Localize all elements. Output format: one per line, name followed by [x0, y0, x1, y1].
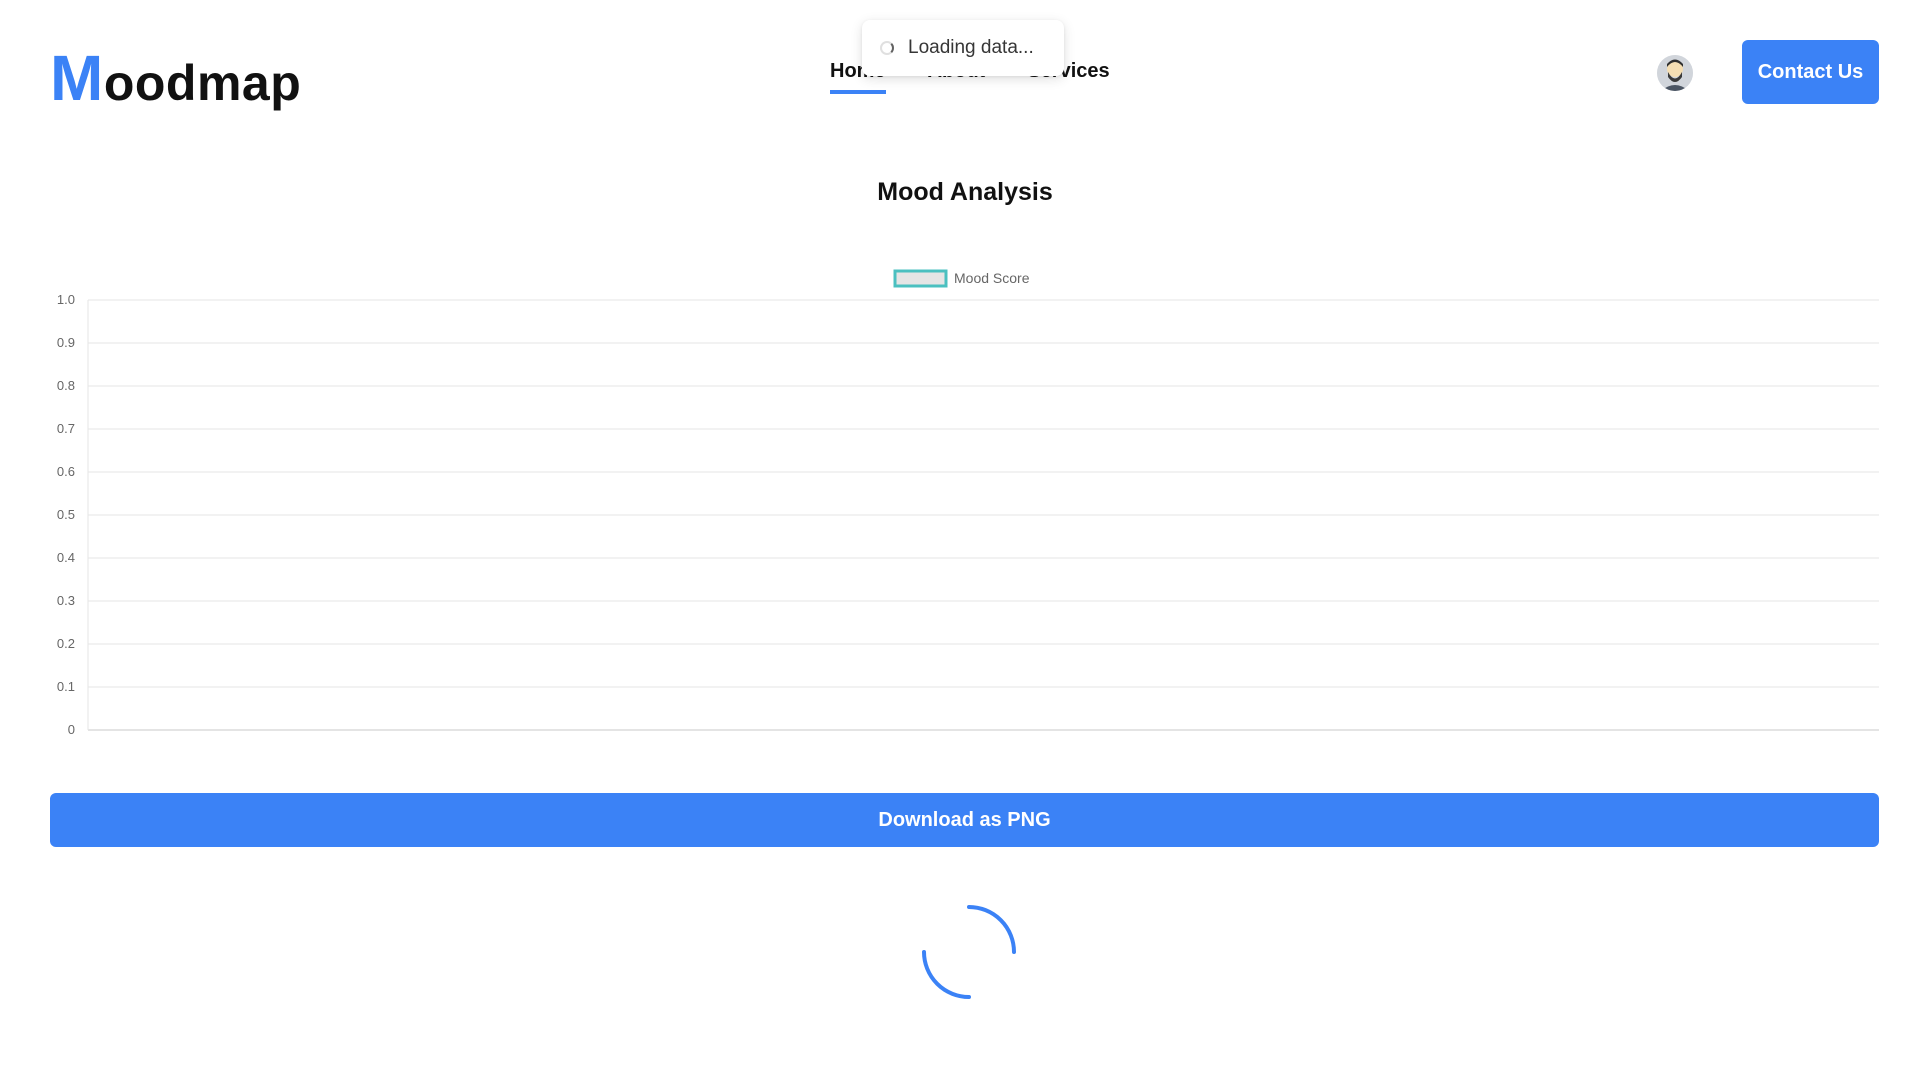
- y-tick-label: 0.2: [57, 636, 75, 651]
- y-tick-label: 0.1: [57, 679, 75, 694]
- toast-spinner-icon: [880, 41, 894, 55]
- y-tick-label: 1.0: [57, 292, 75, 307]
- contact-us-button[interactable]: Contact Us: [1742, 40, 1879, 104]
- loading-toast: Loading data...: [862, 20, 1064, 76]
- y-tick-label: 0.5: [57, 507, 75, 522]
- avatar-image: [1657, 55, 1693, 91]
- legend-swatch: [893, 269, 948, 288]
- toast-message: Loading data...: [908, 37, 1034, 58]
- mood-chart: 0 0.1 0.2 0.3 0.4 0.5 0.6 0.7 0.8 0.9 1.0 Mood Scor…: [57, 269, 1879, 737]
- legend-label: Mood Score: [954, 270, 1030, 286]
- site-logo[interactable]: Moodmap: [50, 46, 302, 113]
- y-tick-label: 0.7: [57, 421, 75, 436]
- y-tick-label: 0.6: [57, 464, 75, 479]
- y-tick-label: 0.9: [57, 335, 75, 350]
- logo-text: oodmap: [103, 55, 302, 111]
- y-tick-label: 0.8: [57, 378, 75, 393]
- download-png-button[interactable]: Download as PNG: [50, 793, 1879, 847]
- loading-spinner-icon: [922, 905, 1016, 999]
- user-avatar[interactable]: [1657, 55, 1693, 91]
- y-tick-label: 0.3: [57, 593, 75, 608]
- page-title: Mood Analysis: [877, 178, 1053, 206]
- y-tick-label: 0.4: [57, 550, 75, 565]
- y-tick-label: 0: [68, 722, 75, 737]
- logo-initial: M: [50, 42, 104, 114]
